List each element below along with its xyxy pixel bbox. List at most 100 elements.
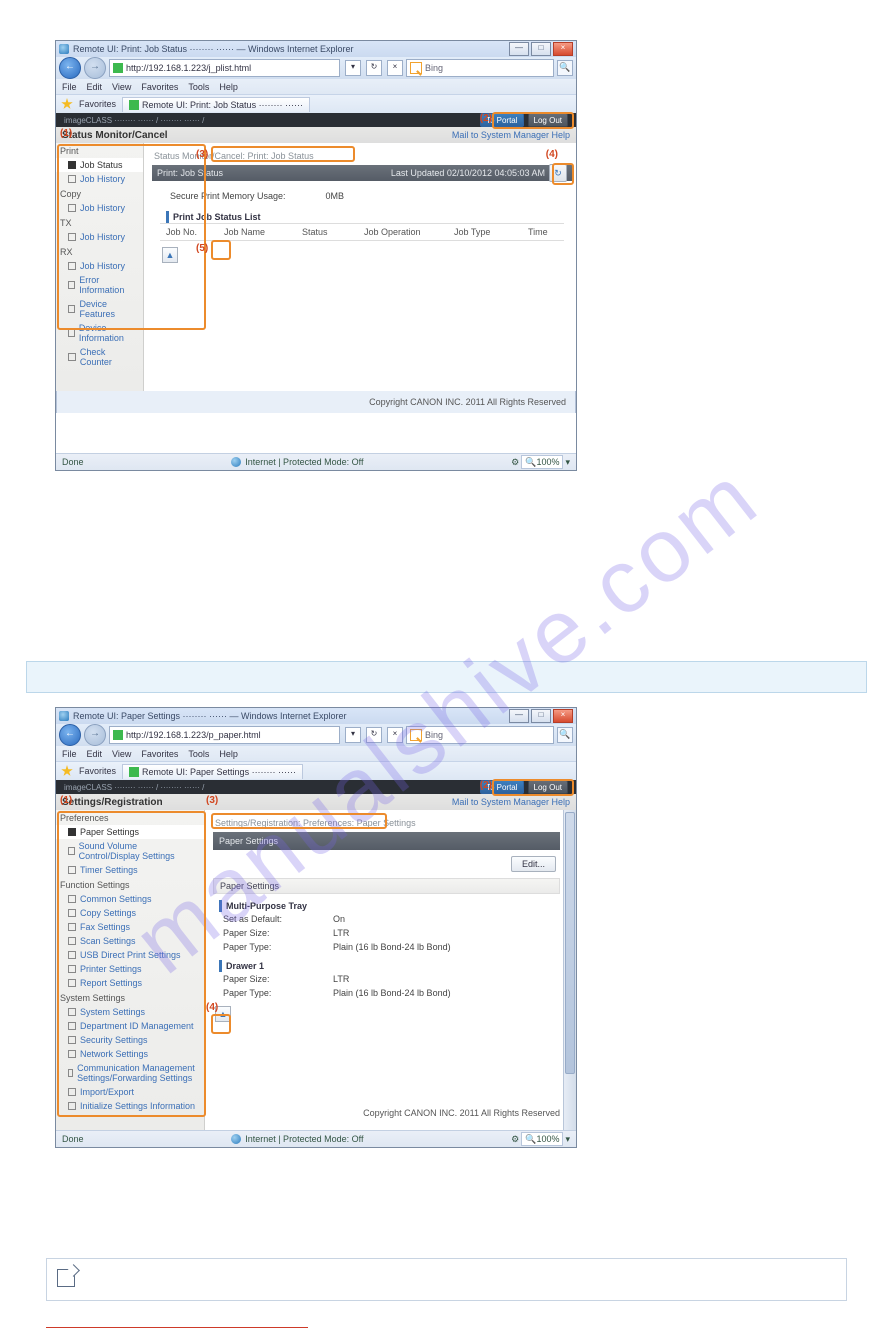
logout-button[interactable]: Log Out (528, 780, 568, 794)
sidebar-item-scan-settings[interactable]: Scan Settings (56, 934, 204, 948)
sidebar-item-printer-settings[interactable]: Printer Settings (56, 962, 204, 976)
url-field[interactable]: http://192.168.1.223/j_plist.html (109, 59, 340, 77)
menu-view[interactable]: View (112, 82, 131, 92)
bullet-icon (68, 951, 76, 959)
sidebar-item-system-settings[interactable]: System Settings (56, 1005, 204, 1019)
sidebar-item-check-counter[interactable]: Check Counter (56, 345, 143, 369)
mail-sysmgr-link[interactable]: Mail to System Manager (452, 130, 549, 140)
sidebar-item-label: Job History (80, 232, 125, 242)
favorites-label[interactable]: Favorites (79, 766, 116, 776)
sidebar-item-device-info[interactable]: Device Information (56, 321, 143, 345)
sidebar-item-fax-settings[interactable]: Fax Settings (56, 920, 204, 934)
help-link[interactable]: Help (551, 797, 570, 807)
sidebar-item-paper-settings[interactable]: Paper Settings (56, 825, 204, 839)
menu-file[interactable]: File (62, 749, 77, 759)
tools-icon[interactable]: ⚙ (511, 457, 519, 468)
sidebar-item-import-export[interactable]: Import/Export (56, 1085, 204, 1099)
favorites-star-icon[interactable] (61, 765, 73, 777)
logout-button[interactable]: Log Out (528, 113, 568, 127)
sidebar-item-dept-id[interactable]: Department ID Management (56, 1019, 204, 1033)
menu-favorites[interactable]: Favorites (141, 749, 178, 759)
browser-tab[interactable]: Remote UI: Paper Settings ········ ·····… (122, 764, 303, 779)
zoom-level[interactable]: 🔍 100% (521, 1132, 563, 1146)
forward-button[interactable]: → (84, 57, 106, 79)
sidebar-item-error-info[interactable]: Error Information (56, 273, 143, 297)
browser-tab[interactable]: Remote UI: Print: Job Status ········ ··… (122, 97, 310, 112)
menu-favorites[interactable]: Favorites (141, 82, 178, 92)
sidebar-item-comm-mgmt[interactable]: Communication Management Settings/Forwar… (56, 1061, 204, 1085)
sidebar-item-print-job-history[interactable]: Job History (56, 172, 143, 186)
maximize-button[interactable]: □ (531, 709, 551, 723)
search-button[interactable]: 🔍 (557, 727, 573, 743)
search-button[interactable]: 🔍 (557, 60, 573, 76)
back-button[interactable]: ← (59, 57, 81, 79)
sidebar-item-job-status[interactable]: Job Status (56, 158, 143, 172)
sidebar-item-label: Job Status (80, 160, 123, 170)
sidebar-item-initialize[interactable]: Initialize Settings Information (56, 1099, 204, 1113)
favorites-star-icon[interactable] (61, 98, 73, 110)
back-button[interactable]: ← (59, 724, 81, 746)
url-field[interactable]: http://192.168.1.223/p_paper.html (109, 726, 340, 744)
bullet-icon (68, 909, 76, 917)
menu-help[interactable]: Help (219, 749, 238, 759)
sidebar-item-copy-job-history[interactable]: Job History (56, 201, 143, 215)
refresh-button[interactable]: ↻ (366, 727, 382, 743)
dropdown-button[interactable]: ▾ (345, 727, 361, 743)
main-panel: Status Monitor/Cancel: Print: Job Status… (144, 143, 576, 391)
menu-edit[interactable]: Edit (87, 82, 103, 92)
close-button[interactable]: × (553, 709, 573, 723)
sidebar-item-report-settings[interactable]: Report Settings (56, 976, 204, 990)
zoom-level[interactable]: 🔍 100% (521, 455, 563, 469)
sidebar-item-rx-job-history[interactable]: Job History (56, 259, 143, 273)
bullet-icon (68, 175, 76, 183)
minimize-button[interactable]: — (509, 42, 529, 56)
sidebar-item-common[interactable]: Common Settings (56, 892, 204, 906)
tools-icon[interactable]: ⚙ (511, 1134, 519, 1145)
menu-view[interactable]: View (112, 749, 131, 759)
mail-sysmgr-link[interactable]: Mail to System Manager (452, 797, 549, 807)
stop-button[interactable]: × (387, 60, 403, 76)
stop-button[interactable]: × (387, 727, 403, 743)
ie-icon (59, 44, 69, 54)
search-field[interactable]: Bing (406, 726, 554, 744)
sidebar-item-label: Printer Settings (80, 964, 142, 974)
scroll-thumb[interactable] (565, 812, 575, 1074)
menu-edit[interactable]: Edit (87, 749, 103, 759)
sidebar-item-timer[interactable]: Timer Settings (56, 863, 204, 877)
status-bar: Done Internet | Protected Mode: Off ⚙ 🔍 … (56, 453, 576, 470)
sidebar-item-tx-job-history[interactable]: Job History (56, 230, 143, 244)
device-header-bar: imageCLASS ········ ······ / ········ ··… (56, 780, 576, 794)
note-block (46, 1258, 847, 1301)
callout-2-number: (2) (480, 113, 492, 124)
menu-tools[interactable]: Tools (188, 749, 209, 759)
forward-button[interactable]: → (84, 724, 106, 746)
sidebar-item-label: Device Features (79, 299, 139, 319)
scroll-top-button[interactable]: ▲ (162, 247, 178, 263)
sidebar-item-device-features[interactable]: Device Features (56, 297, 143, 321)
sidebar-item-network[interactable]: Network Settings (56, 1047, 204, 1061)
menu-tools[interactable]: Tools (188, 82, 209, 92)
minimize-button[interactable]: — (509, 709, 529, 723)
dropdown-button[interactable]: ▾ (345, 60, 361, 76)
memory-label: Secure Print Memory Usage: (170, 191, 286, 201)
search-provider: Bing (425, 730, 443, 740)
sidebar-item-copy-settings[interactable]: Copy Settings (56, 906, 204, 920)
refresh-button[interactable]: ↻ (366, 60, 382, 76)
sidebar-item-label: Check Counter (80, 347, 139, 367)
sidebar-item-usb-print[interactable]: USB Direct Print Settings (56, 948, 204, 962)
bing-icon (410, 729, 422, 741)
sidebar-item-label: Paper Settings (80, 827, 139, 837)
menu-file[interactable]: File (62, 82, 77, 92)
help-link[interactable]: Help (551, 130, 570, 140)
edit-button[interactable]: Edit... (511, 856, 556, 872)
sidebar-item-sound-display[interactable]: Sound Volume Control/Display Settings (56, 839, 204, 863)
refresh-icon[interactable]: ↻ (549, 164, 567, 182)
address-bar: ← → http://192.168.1.223/p_paper.html ▾ … (56, 724, 576, 746)
search-field[interactable]: Bing (406, 59, 554, 77)
close-button[interactable]: × (553, 42, 573, 56)
sidebar-item-security[interactable]: Security Settings (56, 1033, 204, 1047)
favorites-label[interactable]: Favorites (79, 99, 116, 109)
scrollbar[interactable] (563, 810, 576, 1130)
maximize-button[interactable]: □ (531, 42, 551, 56)
menu-help[interactable]: Help (219, 82, 238, 92)
